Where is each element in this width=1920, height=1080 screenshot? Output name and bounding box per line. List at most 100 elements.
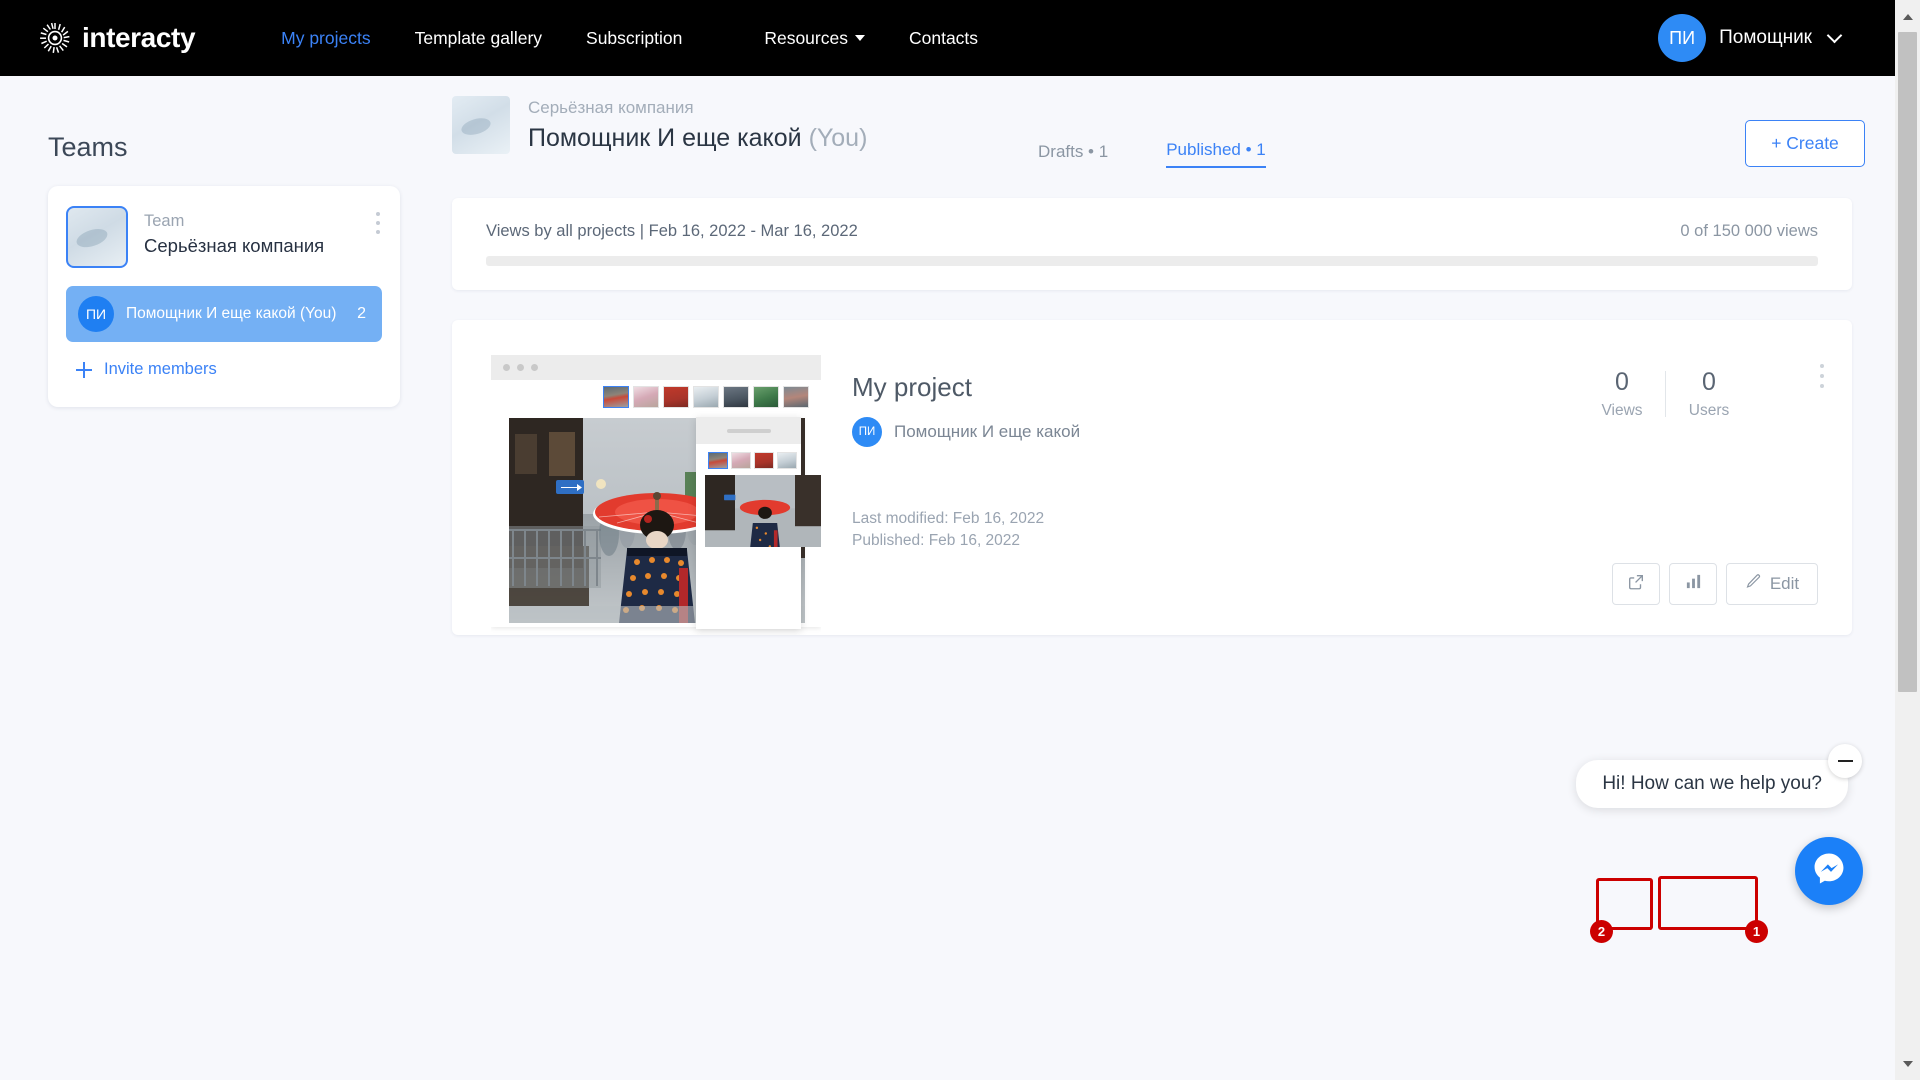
nav-subscription[interactable]: Subscription: [564, 28, 704, 49]
page-scrollbar[interactable]: [1895, 0, 1920, 1080]
tab-drafts[interactable]: Drafts • 1: [1038, 142, 1108, 168]
mobile-hero-image: [705, 475, 821, 547]
stat-views-label: Views: [1601, 402, 1643, 419]
kebab-dot: [1820, 374, 1824, 378]
edit-button[interactable]: Edit: [1726, 563, 1818, 605]
project-card: My project ПИ Помощник И еще какой Last …: [452, 320, 1852, 943]
team-avatar: [452, 96, 510, 154]
annotation-box-1: [1658, 876, 1758, 930]
edit-button-label: Edit: [1769, 574, 1800, 593]
stat-users-label: Users: [1688, 402, 1730, 419]
project-status-tabs: Drafts • 1 Published • 1: [1038, 140, 1266, 168]
interacty-logo-icon: [38, 21, 72, 55]
views-quota-panel: Views by all projects | Feb 16, 2022 - M…: [452, 198, 1852, 290]
top-navigation-bar: interacty My projects Template gallery S…: [0, 0, 1895, 76]
user-name: Помощник: [1719, 27, 1812, 48]
preview-thumbnail: [777, 452, 797, 469]
stat-views: 0 Views: [1579, 368, 1665, 420]
preview-thumbnail: [603, 386, 629, 408]
mobile-handle: [726, 428, 771, 433]
stat-users-value: 0: [1702, 368, 1716, 396]
views-progress-bar: [486, 256, 1818, 266]
project-options-menu[interactable]: [1820, 364, 1824, 394]
plus-icon: [76, 361, 92, 378]
pencil-icon: [1745, 573, 1762, 595]
preview-thumbnail: [693, 386, 719, 408]
preview-thumbnail: [783, 386, 809, 408]
statistics-button[interactable]: [1669, 563, 1717, 605]
scroll-up-arrow[interactable]: [1895, 4, 1920, 29]
messenger-launcher-button[interactable]: [1795, 837, 1863, 905]
avatar: ПИ: [78, 296, 114, 332]
mobile-preview-mockup: [696, 417, 821, 629]
nav-template-gallery[interactable]: Template gallery: [393, 28, 564, 49]
avatar: ПИ: [1658, 14, 1707, 62]
scroll-down-arrow[interactable]: [1895, 1051, 1920, 1076]
window-dot: [517, 364, 524, 371]
mobile-thumbnail-strip: [696, 444, 801, 473]
nav-resources[interactable]: Resources: [704, 28, 887, 49]
tab-published[interactable]: Published • 1: [1166, 140, 1266, 168]
window-dot: [531, 364, 538, 371]
project-owner-header: Серьёзная компания Помощник И еще какой …: [452, 96, 867, 154]
stat-users: 0 Users: [1666, 368, 1752, 420]
last-modified-date: Last modified: Feb 16, 2022: [852, 510, 1045, 527]
page-title: Помощник И еще какой (You): [528, 124, 867, 153]
scrollbar-thumb[interactable]: [1898, 32, 1917, 692]
member-project-count: 2: [357, 305, 366, 322]
brand-logo[interactable]: interacty: [38, 21, 196, 55]
kebab-dot: [376, 221, 380, 225]
brand-name: interacty: [82, 22, 196, 53]
stat-views-value: 0: [1615, 368, 1629, 396]
preview-thumbnail: [633, 386, 659, 408]
teams-heading: Teams: [48, 132, 128, 162]
kebab-dot: [1820, 364, 1824, 368]
team-row[interactable]: Team Серьёзная компания: [66, 206, 382, 268]
nav-my-projects[interactable]: My projects: [259, 28, 392, 49]
project-author-name: Помощник И еще какой: [894, 422, 1081, 441]
messenger-icon: [1809, 849, 1849, 894]
user-menu[interactable]: ПИ Помощник: [1658, 0, 1843, 76]
window-dot: [503, 364, 510, 371]
project-preview[interactable]: [491, 355, 821, 635]
chevron-down-icon: [1826, 27, 1843, 44]
chevron-down-icon: [854, 35, 865, 41]
kebab-dot: [376, 230, 380, 234]
preview-thumbnail-strip: [591, 380, 821, 412]
page-title-you: (You): [808, 123, 868, 152]
views-period-label: Views by all projects | Feb 16, 2022 - M…: [486, 222, 858, 240]
sidebar-item-member[interactable]: ПИ Помощник И еще какой (You) 2: [66, 286, 382, 342]
create-button[interactable]: + Create: [1745, 120, 1865, 167]
invite-members-label: Invite members: [104, 360, 217, 378]
minus-icon: [1837, 760, 1853, 762]
views-quota-label: 0 of 150 000 views: [1680, 222, 1818, 240]
preview-thumbnail: [753, 386, 779, 408]
nav-resources-label: Resources: [764, 27, 848, 48]
annotation-badge-2: 2: [1590, 920, 1613, 943]
main-nav: My projects Template gallery Subscriptio…: [259, 28, 1000, 49]
external-link-icon: [1627, 573, 1645, 596]
mobile-title-bar: [696, 417, 801, 444]
project-actions: Edit: [1612, 563, 1818, 605]
kebab-dot: [376, 212, 380, 216]
invite-members-button[interactable]: Invite members: [66, 360, 382, 379]
avatar: ПИ: [852, 417, 882, 447]
team-options-menu[interactable]: [376, 212, 380, 239]
teams-card: Team Серьёзная компания ПИ Помощник И ещ…: [48, 186, 400, 407]
page-title-text: Помощник И еще какой: [528, 123, 802, 152]
app-root: interacty My projects Template gallery S…: [0, 0, 1920, 1080]
preview-thumbnail: [663, 386, 689, 408]
project-dates: Last modified: Feb 16, 2022 Published: F…: [852, 508, 1044, 553]
member-name: Помощник И еще какой (You): [126, 305, 337, 323]
chat-minimize-button[interactable]: [1828, 744, 1862, 778]
preview-thumbnail: [723, 386, 749, 408]
browser-title-bar: [491, 355, 821, 380]
nav-contacts[interactable]: Contacts: [887, 28, 1000, 49]
breadcrumb: Серьёзная компания: [528, 98, 694, 118]
team-avatar: [66, 206, 128, 268]
preview-thumbnail: [754, 452, 774, 469]
team-label: Team: [144, 212, 185, 230]
annotation-badge-1: 1: [1745, 920, 1768, 943]
kebab-dot: [1820, 384, 1824, 388]
open-project-button[interactable]: [1612, 563, 1660, 605]
